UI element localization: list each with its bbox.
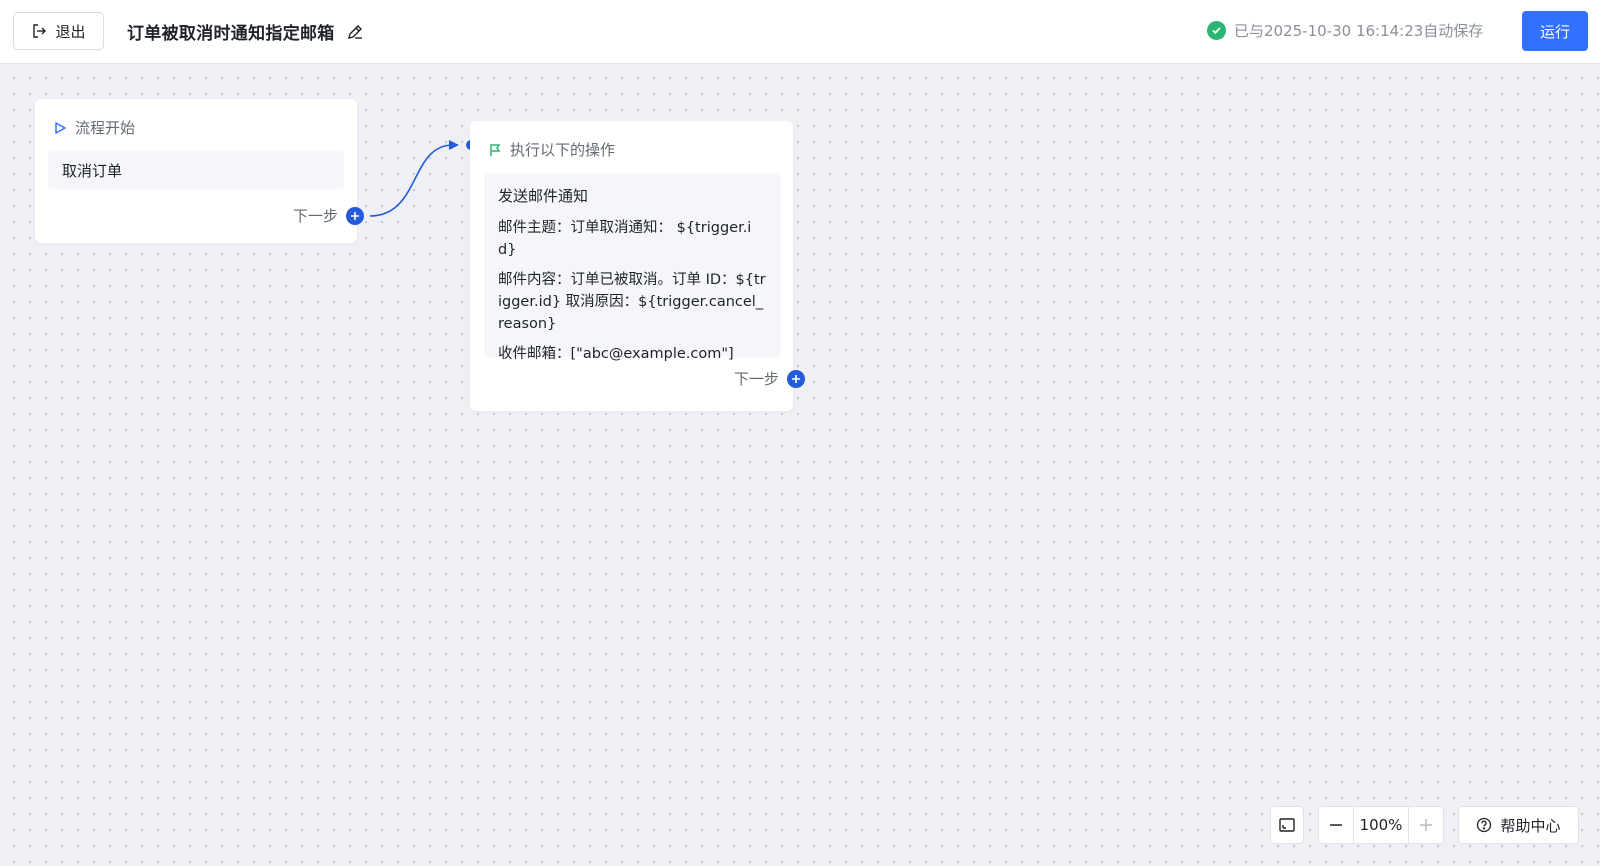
zoom-control: 100%	[1318, 806, 1444, 844]
help-circle-icon	[1477, 817, 1492, 833]
start-node[interactable]: 流程开始 取消订单 下一步	[35, 99, 364, 243]
plus-icon	[1420, 819, 1432, 831]
action-node[interactable]: 执行以下的操作 发送邮件通知 邮件主题：订单取消通知： ${trigger.id…	[470, 121, 805, 411]
plus-circle-icon[interactable]	[346, 206, 364, 225]
flag-icon	[490, 143, 501, 156]
exit-button[interactable]: 退出	[13, 12, 104, 50]
help-label: 帮助中心	[1500, 816, 1561, 835]
flow-canvas[interactable]: 流程开始 取消订单 下一步 执行以下的操作 发送邮件通知 邮件主题：订单取消通知…	[0, 64, 1600, 866]
autosave-status: 已与2025-10-30 16:14:23自动保存	[1207, 20, 1483, 41]
play-triangle-icon	[55, 121, 66, 134]
trigger-item[interactable]: 取消订单	[48, 151, 344, 189]
page-title: 订单被取消时通知指定邮箱	[127, 19, 365, 44]
help-center-button[interactable]: 帮助中心	[1458, 806, 1579, 844]
run-button[interactable]: 运行	[1522, 11, 1588, 51]
email-subject: 邮件主题：订单取消通知： ${trigger.id}	[498, 220, 752, 258]
action-title: 发送邮件通知	[498, 187, 589, 205]
exit-label: 退出	[55, 22, 86, 41]
zoom-level: 100%	[1353, 807, 1409, 843]
autosave-text: 已与2025-10-30 16:14:23自动保存	[1234, 22, 1484, 40]
action-node-header: 执行以下的操作	[488, 139, 615, 160]
send-email-action[interactable]: 发送邮件通知 邮件主题：订单取消通知： ${trigger.id} 邮件内容：订…	[484, 173, 781, 362]
action-node-title: 执行以下的操作	[510, 141, 616, 159]
start-node-title: 流程开始	[75, 119, 136, 137]
plus-circle-icon[interactable]	[787, 369, 805, 388]
action-next-label: 下一步	[733, 370, 779, 388]
flow-title-text: 订单被取消时通知指定邮箱	[127, 24, 335, 44]
fit-view-icon	[1279, 818, 1295, 832]
email-content: 邮件内容：订单已被取消。订单 ID：${trigger.id} 取消原因：${t…	[498, 272, 766, 332]
email-recipients: 收件邮箱：["abc@example.com"]	[498, 346, 734, 362]
start-next-step[interactable]: 下一步	[293, 205, 364, 226]
exit-icon	[33, 24, 47, 38]
action-next-step[interactable]: 下一步	[734, 368, 805, 389]
pencil-icon[interactable]	[345, 22, 365, 42]
zoom-out-button[interactable]	[1319, 807, 1353, 843]
check-circle-icon	[1207, 21, 1226, 40]
start-node-header: 流程开始	[53, 117, 135, 138]
top-header: 退出 订单被取消时通知指定邮箱 已与2025-10-30 16:14:23自动保…	[0, 0, 1600, 64]
start-next-label: 下一步	[292, 207, 338, 225]
fit-view-button[interactable]	[1270, 806, 1304, 844]
minus-icon	[1330, 824, 1342, 826]
zoom-in-button[interactable]	[1409, 807, 1443, 843]
